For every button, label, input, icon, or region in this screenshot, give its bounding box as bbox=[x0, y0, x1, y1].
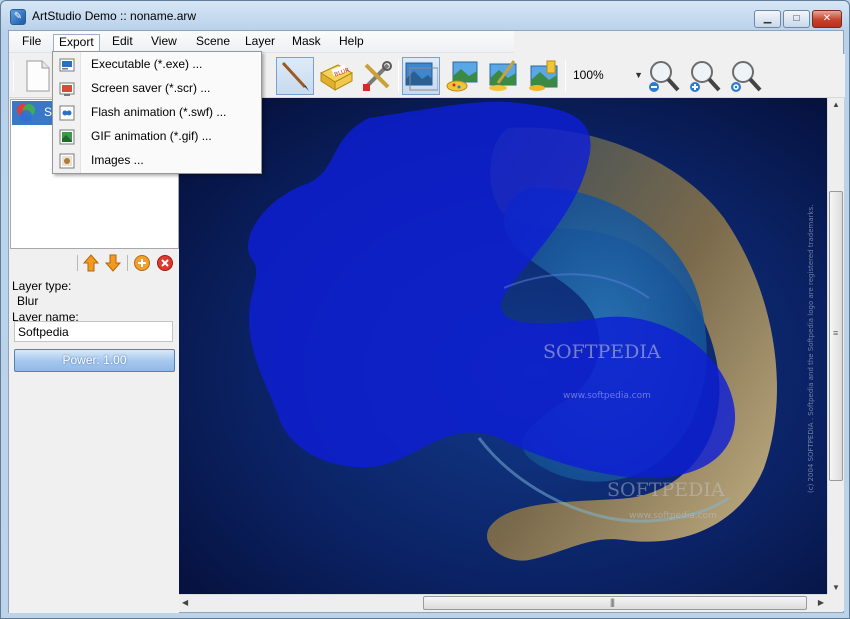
spray-picture-icon bbox=[529, 60, 558, 91]
scroll-right-icon[interactable]: ▶ bbox=[818, 598, 824, 607]
exe-icon bbox=[59, 58, 75, 72]
toolbar-separator bbox=[13, 60, 14, 92]
zoom-select[interactable]: 100% ▼ bbox=[569, 64, 643, 86]
horizontal-scrollbar[interactable]: ◀ ||| ▶ bbox=[179, 594, 827, 611]
delete-layer-icon[interactable] bbox=[156, 254, 174, 272]
export-menu-item-label: Screen saver (*.scr) ... bbox=[91, 81, 211, 95]
chevron-down-icon: ▼ bbox=[634, 70, 643, 80]
flash-icon bbox=[59, 105, 75, 121]
export-menu-item-swf[interactable]: Flash animation (*.swf) ... bbox=[53, 101, 261, 125]
picture-button[interactable] bbox=[402, 57, 440, 95]
menu-view[interactable]: View bbox=[146, 34, 182, 51]
images-icon bbox=[59, 153, 75, 169]
gif-icon bbox=[59, 129, 75, 145]
app-icon: ✎ bbox=[10, 9, 26, 25]
layer-type-label: Layer type: bbox=[12, 279, 72, 293]
menu-scene[interactable]: Scene bbox=[191, 34, 235, 51]
export-menu-item-exe[interactable]: Executable (*.exe) ... bbox=[53, 53, 261, 77]
new-document-icon bbox=[26, 60, 50, 92]
canvas-image: SOFTPEDIA www.softpedia.com SOFTPEDIA ww… bbox=[179, 98, 827, 594]
layer-name-input[interactable] bbox=[14, 321, 173, 342]
brush-icon bbox=[281, 61, 309, 91]
export-menu-item-images[interactable]: Images ... bbox=[53, 149, 261, 173]
scroll-left-icon[interactable]: ◀ bbox=[182, 598, 188, 607]
scroll-down-icon[interactable]: ▼ bbox=[832, 583, 840, 592]
power-slider-button[interactable]: Power: 1.00 bbox=[14, 349, 175, 372]
vertical-scroll-thumb[interactable]: ≡ bbox=[829, 191, 843, 481]
brush-picture-icon bbox=[489, 60, 517, 91]
export-menu-item-gif[interactable]: GIF animation (*.gif) ... bbox=[53, 125, 261, 149]
app-window: ✎ ArtStudio Demo :: noname.arw ▁ □ ✕ Fil… bbox=[0, 0, 850, 619]
image-canvas[interactable]: SOFTPEDIA www.softpedia.com SOFTPEDIA ww… bbox=[179, 98, 827, 594]
zoom-in-button[interactable] bbox=[686, 57, 724, 95]
export-menu-item-label: Flash animation (*.swf) ... bbox=[91, 105, 227, 119]
zoom-out-icon bbox=[649, 61, 680, 92]
move-layer-up-icon[interactable] bbox=[82, 254, 100, 272]
menu-file[interactable]: File bbox=[17, 34, 46, 51]
blur-tool-button[interactable]: BLUR bbox=[317, 57, 355, 95]
menu-export[interactable]: Export bbox=[53, 34, 100, 51]
zoom-in-icon bbox=[690, 61, 721, 92]
watermark-url: www.softpedia.com bbox=[563, 391, 651, 401]
brush-picture-button[interactable] bbox=[484, 57, 522, 95]
toolbar-separator bbox=[77, 255, 78, 271]
menu-edit[interactable]: Edit bbox=[107, 34, 138, 51]
layers-panel: S Layer type: Blur Layer name: Power: 1.… bbox=[9, 99, 179, 613]
screensaver-icon bbox=[59, 82, 75, 96]
grip-icon: ||| bbox=[610, 597, 615, 607]
tools-button[interactable] bbox=[358, 57, 396, 95]
watermark-main: SOFTPEDIA bbox=[543, 341, 661, 363]
menu-layer[interactable]: Layer bbox=[240, 34, 280, 51]
layer-thumbnail-icon bbox=[17, 104, 35, 122]
toolbar-separator bbox=[127, 255, 128, 271]
maximize-button[interactable]: □ bbox=[783, 10, 810, 28]
copyright-side-text: (c) 2004 SOFTPEDIA . Softpedia and the S… bbox=[807, 205, 815, 493]
window-title: ArtStudio Demo :: noname.arw bbox=[32, 9, 197, 23]
zoom-value: 100% bbox=[573, 68, 604, 82]
zoom-reset-icon bbox=[731, 61, 762, 92]
toolbar-separator bbox=[565, 60, 566, 92]
vertical-scrollbar[interactable]: ▲ ≡ ▼ bbox=[827, 98, 844, 594]
watermark-main-2: SOFTPEDIA bbox=[607, 479, 725, 501]
paint-picture-icon bbox=[446, 61, 478, 92]
brush-tool-button[interactable] bbox=[276, 57, 314, 95]
horizontal-scroll-thumb[interactable]: ||| bbox=[423, 596, 807, 610]
blur-icon: BLUR bbox=[319, 64, 354, 91]
add-layer-icon[interactable] bbox=[133, 254, 151, 272]
export-menu-item-label: Executable (*.exe) ... bbox=[91, 57, 203, 71]
close-button[interactable]: ✕ bbox=[812, 10, 842, 28]
export-menu: Executable (*.exe) ... Screen saver (*.s… bbox=[52, 51, 262, 174]
menu-help[interactable]: Help bbox=[334, 34, 369, 51]
layer-item-label: S bbox=[44, 105, 53, 119]
export-menu-item-scr[interactable]: Screen saver (*.scr) ... bbox=[53, 77, 261, 101]
layer-type-value: Blur bbox=[17, 294, 39, 308]
title-bar[interactable]: ✎ ArtStudio Demo :: noname.arw ▁ □ ✕ bbox=[1, 1, 849, 31]
zoom-out-button[interactable] bbox=[645, 57, 683, 95]
paint-picture-button[interactable] bbox=[443, 57, 481, 95]
watermark-url-2: www.softpedia.com bbox=[629, 511, 717, 521]
scrollbar-corner bbox=[827, 594, 844, 611]
minimize-button[interactable]: ▁ bbox=[754, 10, 781, 28]
move-layer-down-icon[interactable] bbox=[104, 254, 122, 272]
grip-icon: ≡ bbox=[833, 328, 838, 338]
menu-mask[interactable]: Mask bbox=[287, 34, 326, 51]
picture-icon bbox=[405, 62, 438, 91]
menu-bar: File Export Edit View Scene Layer Mask H… bbox=[9, 31, 514, 53]
export-menu-item-label: GIF animation (*.gif) ... bbox=[91, 129, 212, 143]
toolbar-separator bbox=[398, 60, 399, 92]
export-menu-item-label: Images ... bbox=[91, 153, 144, 167]
layer-toolbar bbox=[9, 250, 179, 276]
scroll-up-icon[interactable]: ▲ bbox=[832, 100, 840, 109]
spray-picture-button[interactable] bbox=[525, 57, 563, 95]
zoom-reset-button[interactable] bbox=[727, 57, 765, 95]
tools-icon bbox=[363, 61, 392, 91]
